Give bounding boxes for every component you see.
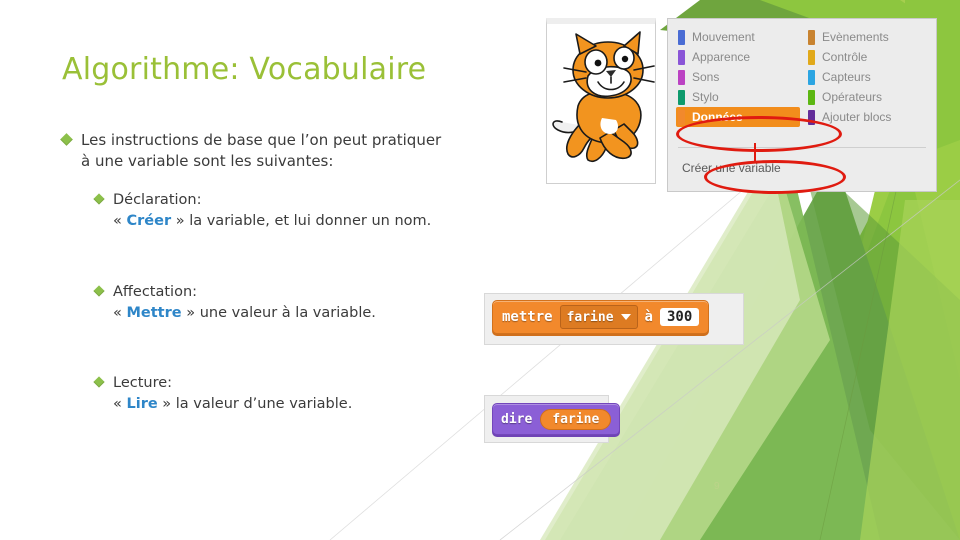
palette-item-label: Contrôle [822, 50, 868, 64]
bullet-affectation: Affectation: « Mettre » une valeur à la … [93, 282, 475, 323]
category-color-swatch [808, 29, 815, 45]
scratch-set-variable-block[interactable]: mettre farine à 300 [492, 300, 710, 334]
highlight-ellipse-donnees [676, 116, 842, 152]
keyword-lire: Lire [126, 395, 158, 412]
category-color-swatch [678, 109, 685, 125]
palette-item-label: Stylo [692, 90, 719, 104]
category-color-swatch [808, 89, 815, 105]
slide-number: 9 [714, 481, 720, 492]
palette-item-label: Evènements [822, 30, 889, 44]
palette-item-label: Mouvement [692, 30, 755, 44]
bullet-affectation-rest: une valeur à la variable. [199, 304, 376, 321]
chevron-down-icon [620, 314, 631, 320]
bullet-lecture-text: Lecture: « Lire » la valeur d’une variab… [113, 373, 352, 414]
slide: Algorithme: Vocabulaire Les instructions… [0, 0, 960, 540]
palette-item-evenements[interactable]: Evènements [806, 27, 930, 47]
bullet-intro-line2: à une variable sont les suivantes: [81, 152, 334, 171]
palette-item-capteurs[interactable]: Capteurs [806, 67, 930, 87]
bullet-intro: Les instructions de base que l’on peut p… [60, 130, 532, 173]
quote-close: » [162, 395, 172, 412]
bullet-affectation-heading: Affectation: [113, 284, 198, 300]
set-block-verb: mettre [502, 309, 553, 325]
bullet-intro-line1: Les instructions de base que l’on peut p… [81, 131, 442, 149]
quote-close: » [186, 304, 196, 321]
highlight-ellipse-creer-une-variable [704, 160, 846, 194]
palette-item-label: Capteurs [822, 70, 871, 84]
category-color-swatch [678, 89, 685, 105]
set-block-variable-name: farine [566, 309, 614, 325]
bullet-declaration-text: Déclaration: « Créer » la variable, et l… [113, 190, 431, 231]
bullet-intro-text: Les instructions de base que l’on peut p… [81, 130, 441, 173]
bullet-lecture-heading: Lecture: [113, 375, 173, 391]
category-color-swatch [678, 49, 685, 65]
diamond-bullet-icon [93, 285, 105, 297]
bullet-affectation-text: Affectation: « Mettre » une valeur à la … [113, 282, 376, 323]
category-color-swatch [678, 29, 685, 45]
bullet-lecture-detail: « Lire » la valeur d’une variable. [113, 394, 352, 415]
keyword-creer: Créer [126, 212, 172, 229]
bullet-declaration-rest: la variable, et lui donner un nom. [189, 212, 432, 229]
scratch-say-block[interactable]: dire farine [492, 403, 621, 435]
palette-item-controle[interactable]: Contrôle [806, 47, 930, 67]
bullet-affectation-detail: « Mettre » une valeur à la variable. [113, 303, 376, 324]
set-block-value-input[interactable]: 300 [659, 308, 700, 326]
keyword-mettre: Mettre [126, 304, 182, 321]
bullet-declaration-detail: « Créer » la variable, et lui donner un … [113, 211, 431, 232]
palette-item-mouvement[interactable]: Mouvement [676, 27, 800, 47]
category-color-swatch [678, 69, 685, 85]
palette-item-label: Ajouter blocs [822, 110, 892, 124]
set-block-variable-dropdown[interactable]: farine [559, 305, 638, 329]
quote-close: » [175, 212, 185, 229]
quote-open: « [113, 395, 122, 412]
bullet-lecture-rest: la valeur d’une variable. [175, 395, 353, 412]
bullet-declaration: Déclaration: « Créer » la variable, et l… [93, 190, 535, 231]
quote-open: « [113, 304, 122, 321]
scratch-cat-icon [548, 26, 660, 186]
palette-item-label: Opérateurs [822, 90, 883, 104]
diamond-bullet-icon [93, 193, 105, 205]
palette-item-operateurs[interactable]: Opérateurs [806, 87, 930, 107]
palette-item-label: Sons [692, 70, 720, 84]
palette-item-sons[interactable]: Sons [676, 67, 800, 87]
bullet-lecture: Lecture: « Lire » la valeur d’une variab… [93, 373, 475, 414]
bullet-declaration-heading: Déclaration: [113, 192, 202, 208]
palette-item-label: Apparence [692, 50, 751, 64]
category-color-swatch [808, 49, 815, 65]
page-title: Algorithme: Vocabulaire [62, 52, 427, 87]
set-block-preposition: à [644, 309, 653, 325]
diamond-bullet-icon [60, 133, 73, 146]
palette-item-apparence[interactable]: Apparence [676, 47, 800, 67]
palette-category-grid: Mouvement Evènements Apparence Contrôle … [676, 27, 930, 127]
say-block-variable-reporter[interactable]: farine [540, 408, 612, 430]
palette-item-stylo[interactable]: Stylo [676, 87, 800, 107]
diamond-bullet-icon [93, 376, 105, 388]
say-block-verb: dire [501, 411, 533, 427]
category-color-swatch [808, 69, 815, 85]
quote-open: « [113, 212, 122, 229]
